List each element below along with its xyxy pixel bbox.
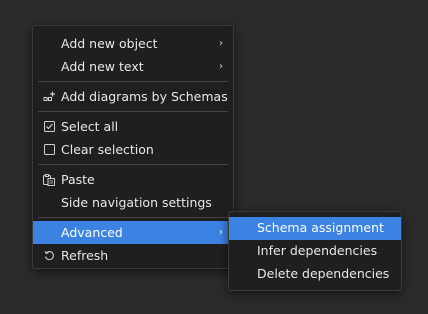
menu-separator [38,111,228,112]
menu-item-paste[interactable]: Paste [33,168,233,191]
chevron-right-icon: › [219,61,223,72]
add-diagram-icon [42,85,56,108]
menu-item-advanced[interactable]: Advanced › [33,221,233,244]
menu-item-label: Paste [61,172,95,187]
chevron-right-icon: › [219,38,223,49]
menu-item-label: Select all [61,119,119,134]
menu-item-label: Side navigation settings [61,195,212,210]
submenu-item-infer-dependencies[interactable]: Infer dependencies [229,240,401,263]
menu-item-add-new-object[interactable]: Add new object › [33,32,233,55]
menu-separator [38,217,228,218]
menu-item-label: Delete dependencies [257,266,390,281]
menu-item-clear-selection[interactable]: Clear selection [33,138,233,161]
menu-item-label: Refresh [61,248,109,263]
menu-item-label: Add new object [61,36,158,51]
menu-item-add-diagrams-by-schemas[interactable]: Add diagrams by Schemas [33,85,233,108]
menu-item-label: Add diagrams by Schemas [61,89,228,104]
menu-item-label: Schema assignment [257,220,384,235]
refresh-icon [42,244,56,267]
submenu-item-delete-dependencies[interactable]: Delete dependencies [229,263,401,286]
menu-item-label: Add new text [61,59,144,74]
context-menu: Add new object › Add new text › Add diag… [32,25,234,269]
menu-separator [38,164,228,165]
advanced-submenu: Schema assignment Infer dependencies Del… [228,211,402,291]
menu-item-side-navigation-settings[interactable]: Side navigation settings [33,191,233,214]
menu-item-refresh[interactable]: Refresh [33,244,233,267]
checked-checkbox-icon [42,115,56,138]
diagram-canvas[interactable]: Add new object › Add new text › Add diag… [0,0,428,314]
menu-item-select-all[interactable]: Select all [33,115,233,138]
menu-item-label: Advanced [61,225,123,240]
menu-item-label: Infer dependencies [257,243,378,258]
menu-separator [38,81,228,82]
empty-checkbox-icon [42,138,56,161]
paste-icon [42,168,56,191]
submenu-item-schema-assignment[interactable]: Schema assignment [229,217,401,240]
menu-item-add-new-text[interactable]: Add new text › [33,55,233,78]
chevron-right-icon: › [219,227,223,238]
menu-item-label: Clear selection [61,142,154,157]
